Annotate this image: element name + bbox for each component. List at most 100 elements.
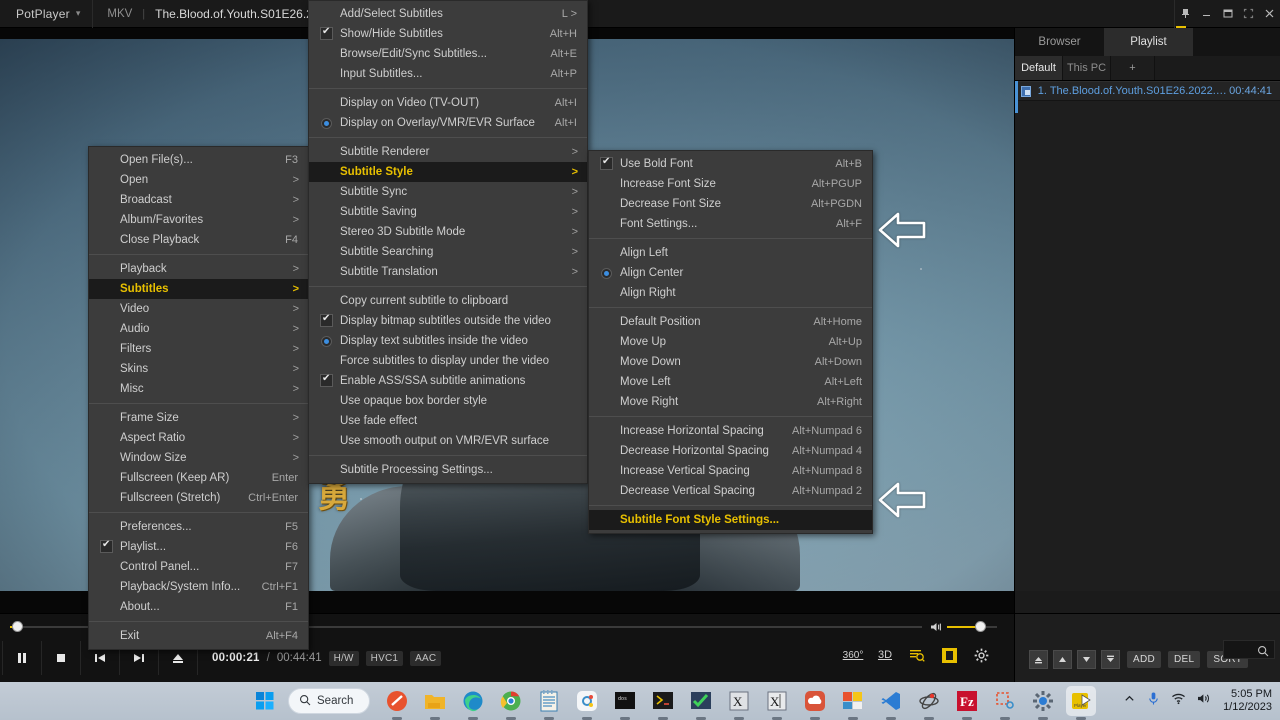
windows-start-icon[interactable] <box>250 686 280 716</box>
menu-item-misc[interactable]: Misc > <box>89 379 308 399</box>
menu-item-playback[interactable]: Playback > <box>89 259 308 279</box>
menu-item-stereo-3d-subtitle-mode[interactable]: Stereo 3D Subtitle Mode > <box>309 222 587 242</box>
seek-handle[interactable] <box>12 621 23 632</box>
menu-item-subtitle-sync[interactable]: Subtitle Sync > <box>309 182 587 202</box>
menu-item-show-hide-subtitles[interactable]: Show/Hide Subtitles Alt+H <box>309 24 587 44</box>
taskbar-app-edge[interactable] <box>458 686 488 720</box>
move-to-bottom-button[interactable] <box>1101 649 1120 669</box>
menu-item-increase-vertical-spacing[interactable]: Increase Vertical Spacing Alt+Numpad 8 <box>589 461 872 481</box>
menu-item-display-bitmap-subtitles-outside-the-video[interactable]: Display bitmap subtitles outside the vid… <box>309 311 587 331</box>
menu-item-align-right[interactable]: Align Right <box>589 283 872 303</box>
menu-item-audio[interactable]: Audio > <box>89 319 308 339</box>
menu-item-aspect-ratio[interactable]: Aspect Ratio > <box>89 428 308 448</box>
taskbar-app-cloud[interactable] <box>800 686 830 720</box>
menu-item-decrease-font-size[interactable]: Decrease Font Size Alt+PGDN <box>589 194 872 214</box>
menu-item-preferences[interactable]: Preferences... F5 <box>89 517 308 537</box>
menu-item-control-panel[interactable]: Control Panel... F7 <box>89 557 308 577</box>
taskbar-app-settings[interactable] <box>1028 686 1058 720</box>
menu-item-display-on-video-tv-out[interactable]: Display on Video (TV-OUT) Alt+I <box>309 93 587 113</box>
tab-playlist[interactable]: Playlist <box>1104 28 1193 56</box>
subtab-add[interactable]: + <box>1111 56 1155 80</box>
main-context-menu[interactable]: Open File(s)... F3 Open > Broadcast > Album/Fa… <box>88 146 309 650</box>
3d-button[interactable]: 3D <box>871 641 899 669</box>
menu-item-window-size[interactable]: Window Size > <box>89 448 308 468</box>
menu-item-exit[interactable]: Exit Alt+F4 <box>89 626 308 646</box>
chevron-down-icon[interactable]: ▾ <box>76 8 93 19</box>
taskbar-app-file-explorer[interactable] <box>420 686 450 720</box>
menu-item-decrease-vertical-spacing[interactable]: Decrease Vertical Spacing Alt+Numpad 2 <box>589 481 872 501</box>
menu-item-align-left[interactable]: Align Left <box>589 243 872 263</box>
taskbar-app-potplayer[interactable]: Player <box>1066 686 1097 720</box>
pause-button[interactable] <box>5 641 39 675</box>
menu-item-filters[interactable]: Filters > <box>89 339 308 359</box>
menu-item-subtitle-style[interactable]: Subtitle Style > <box>309 162 587 182</box>
taskbar-app-dev-tool[interactable] <box>648 686 678 720</box>
menu-item-add-select-subtitles[interactable]: Add/Select Subtitles L > <box>309 4 587 24</box>
chevron-up-icon[interactable] <box>1123 692 1136 710</box>
taskbar-app-settings-tool[interactable] <box>572 686 602 720</box>
taskbar-app-chrome-dev[interactable] <box>496 686 526 720</box>
taskbar-app-atom[interactable] <box>914 686 944 720</box>
menu-item-about[interactable]: About... F1 <box>89 597 308 617</box>
menu-item-skins[interactable]: Skins > <box>89 359 308 379</box>
menu-item-font-settings[interactable]: Font Settings... Alt+F <box>589 214 872 234</box>
menu-item-copy-current-subtitle-to-clipboard[interactable]: Copy current subtitle to clipboard <box>309 291 587 311</box>
tab-browser[interactable]: Browser <box>1015 28 1104 56</box>
volume-handle[interactable] <box>975 621 986 632</box>
menu-item-use-smooth-output-on-vmr-evr-surface[interactable]: Use smooth output on VMR/EVR surface <box>309 431 587 451</box>
menu-item-subtitle-saving[interactable]: Subtitle Saving > <box>309 202 587 222</box>
menu-item-subtitle-renderer[interactable]: Subtitle Renderer > <box>309 142 587 162</box>
menu-item-align-center[interactable]: Align Center <box>589 263 872 283</box>
menu-item-playback-system-info[interactable]: Playback/System Info... Ctrl+F1 <box>89 577 308 597</box>
menu-item-subtitles[interactable]: Subtitles > <box>89 279 308 299</box>
menu-item-input-subtitles[interactable]: Input Subtitles... Alt+P <box>309 64 587 84</box>
taskbar-app-prohibited[interactable] <box>382 686 412 720</box>
menu-item-frame-size[interactable]: Frame Size > <box>89 408 308 428</box>
menu-item-subtitle-translation[interactable]: Subtitle Translation > <box>309 262 587 282</box>
playlist-list[interactable]: 1. The.Blood.of.Youth.S01E26.2022.2160p.… <box>1015 81 1280 591</box>
menu-item-open[interactable]: Open > <box>89 170 308 190</box>
menu-item-video[interactable]: Video > <box>89 299 308 319</box>
pin-button[interactable] <box>1175 0 1196 28</box>
move-up-button[interactable] <box>1053 649 1072 669</box>
menu-item-move-right[interactable]: Move Right Alt+Right <box>589 392 872 412</box>
menu-item-subtitle-searching[interactable]: Subtitle Searching > <box>309 242 587 262</box>
menu-item-increase-horizontal-spacing[interactable]: Increase Horizontal Spacing Alt+Numpad 6 <box>589 421 872 441</box>
menu-item-browse-edit-sync-subtitles[interactable]: Browse/Edit/Sync Subtitles... Alt+E <box>309 44 587 64</box>
vr-360-button[interactable]: 360° <box>839 641 867 669</box>
taskbar-app-notepad[interactable] <box>534 686 564 720</box>
taskbar-app-xnview2[interactable]: X <box>762 686 792 720</box>
stop-button[interactable] <box>44 641 78 675</box>
menu-item-subtitle-processing-settings[interactable]: Subtitle Processing Settings... <box>309 460 587 480</box>
subtitle-toggle-button[interactable] <box>935 641 963 669</box>
taskbar-app-xnview[interactable]: X <box>724 686 754 720</box>
taskbar-app-filezilla[interactable]: Fz <box>952 686 982 720</box>
menu-item-enable-ass-ssa-subtitle-animations[interactable]: Enable ASS/SSA subtitle animations <box>309 371 587 391</box>
move-down-button[interactable] <box>1077 649 1096 669</box>
menu-item-move-down[interactable]: Move Down Alt+Down <box>589 352 872 372</box>
playlist-scrollbar[interactable] <box>1015 81 1018 113</box>
microphone-icon[interactable] <box>1147 691 1160 711</box>
subtitle-search-icon[interactable] <box>903 641 931 669</box>
menu-item-subtitle-font-style-settings[interactable]: Subtitle Font Style Settings... <box>589 510 872 530</box>
menu-item-use-fade-effect[interactable]: Use fade effect <box>309 411 587 431</box>
move-to-top-button[interactable] <box>1029 649 1048 669</box>
taskbar-app-terminal[interactable]: dos <box>610 686 640 720</box>
taskbar-clock[interactable]: 5:05 PM 1/12/2023 <box>1223 688 1272 714</box>
app-name-label[interactable]: PotPlayer <box>0 7 76 21</box>
menu-item-use-bold-font[interactable]: Use Bold Font Alt+B <box>589 154 872 174</box>
taskbar-app-office[interactable] <box>838 686 868 720</box>
fullscreen-button[interactable] <box>1238 0 1259 28</box>
delete-button[interactable]: DEL <box>1168 650 1201 668</box>
menu-item-close-playback[interactable]: Close Playback F4 <box>89 230 308 250</box>
menu-item-display-on-overlay-vmr-evr-surface[interactable]: Display on Overlay/VMR/EVR Surface Alt+I <box>309 113 587 133</box>
add-button[interactable]: ADD <box>1127 650 1162 668</box>
wifi-icon[interactable] <box>1171 692 1186 710</box>
menu-item-album-favorites[interactable]: Album/Favorites > <box>89 210 308 230</box>
menu-item-move-left[interactable]: Move Left Alt+Left <box>589 372 872 392</box>
menu-item-fullscreen-keep-ar[interactable]: Fullscreen (Keep AR) Enter <box>89 468 308 488</box>
subtitles-submenu[interactable]: Add/Select Subtitles L > Show/Hide Subtitl… <box>308 0 588 484</box>
playlist-search-input[interactable] <box>1223 640 1275 659</box>
speaker-icon[interactable] <box>1197 692 1212 710</box>
menu-item-open-file-s[interactable]: Open File(s)... F3 <box>89 150 308 170</box>
